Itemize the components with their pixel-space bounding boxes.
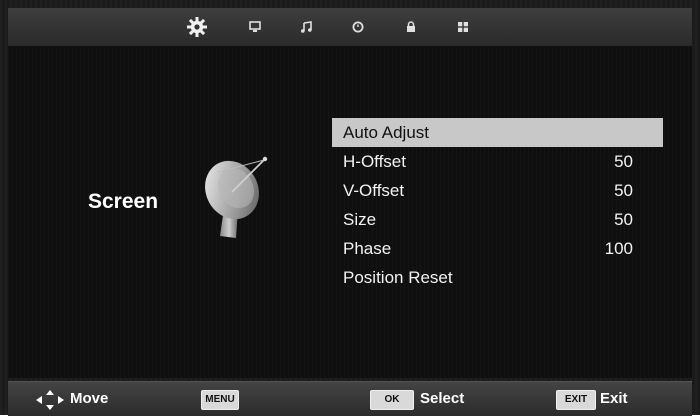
menu-item-value: 50 (614, 152, 633, 171)
menu-item-auto-adjust[interactable]: Auto Adjust (332, 118, 663, 147)
monitor-icon[interactable] (244, 16, 266, 38)
menu-item-value: 50 (614, 210, 633, 229)
menu-item-value: 100 (604, 239, 633, 258)
tv-osd-screen: Screen Auto Adjust H-Offset 50 V-Offset … (0, 0, 700, 416)
setup-grid-icon[interactable] (452, 16, 474, 38)
ok-key[interactable]: OK (370, 390, 414, 410)
menu-item-size[interactable]: Size 50 (332, 205, 663, 234)
exit-hint-label: Exit (600, 390, 628, 407)
menu-item-label: Position Reset (343, 268, 453, 287)
menu-item-label: Auto Adjust (343, 123, 430, 142)
satellite-dish-icon (196, 152, 276, 247)
music-note-icon[interactable] (295, 16, 317, 38)
menu-item-phase[interactable]: Phase 100 (332, 234, 663, 263)
top-menu-bar (8, 8, 692, 47)
menu-item-label: V-Offset (343, 181, 405, 200)
menu-key[interactable]: MENU (201, 390, 239, 410)
menu-item-label: Size (343, 210, 377, 229)
screen-settings-menu: Auto Adjust H-Offset 50 V-Offset 50 Size… (332, 118, 663, 292)
picture-settings-gear-icon[interactable] (186, 16, 208, 38)
menu-item-v-offset[interactable]: V-Offset 50 (332, 176, 663, 205)
menu-item-position-reset[interactable]: Position Reset (332, 263, 663, 292)
bottom-hint-bar: Move MENU OK Select EXIT Exit (8, 381, 692, 416)
menu-item-label: H-Offset (343, 152, 406, 171)
lock-icon[interactable] (400, 16, 422, 38)
menu-item-h-offset[interactable]: H-Offset 50 (332, 147, 663, 176)
menu-item-value: 50 (614, 181, 633, 200)
move-hint-label: Move (70, 390, 109, 407)
clock-icon[interactable] (347, 16, 369, 38)
section-title: Screen (88, 190, 159, 213)
exit-key[interactable]: EXIT (556, 390, 596, 410)
select-hint-label: Select (420, 390, 465, 407)
move-arrows-icon (34, 389, 66, 416)
menu-item-label: Phase (343, 239, 392, 258)
